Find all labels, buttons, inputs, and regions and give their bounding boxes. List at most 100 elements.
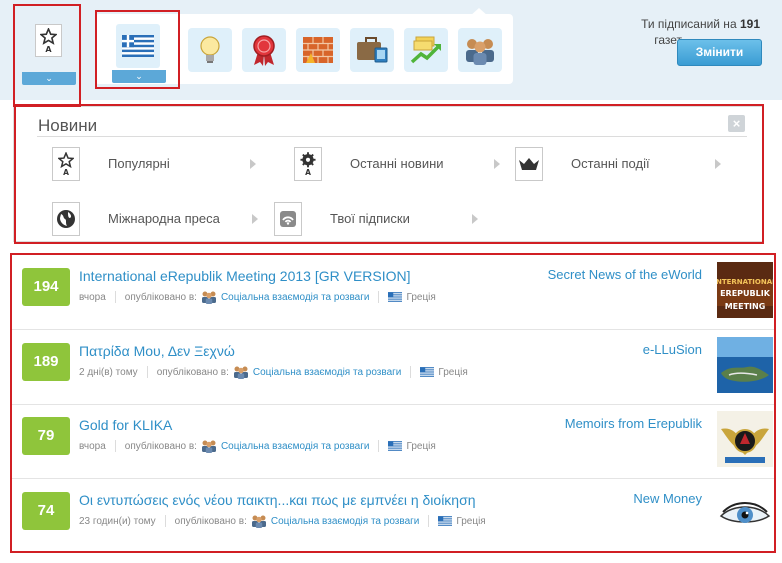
chevron-right-icon [250, 159, 256, 169]
article-country-link[interactable]: Греція [406, 292, 435, 303]
wings-emblem [717, 411, 773, 467]
gear-a-icon: A [294, 147, 322, 181]
article-row: 194 International eRepublik Meeting 2013… [12, 256, 777, 330]
divider [114, 291, 116, 303]
category-lightbulb[interactable] [188, 28, 232, 72]
people-icon [201, 291, 216, 304]
newspaper-avatar[interactable]: INTERNATIONAL EREPUBLIK MEETING [713, 262, 777, 318]
published-in-label: опубліковано в: [124, 440, 197, 452]
published-in-label: опубліковано в: [174, 515, 247, 527]
newspaper-link[interactable]: Secret News of the eWorld [548, 267, 702, 282]
article-time: вчора [79, 291, 106, 303]
article-category-link[interactable]: Соціальна взаємодія та розваги [221, 292, 370, 303]
svg-text:EREPUBLIK: EREPUBLIK [720, 289, 771, 298]
chevron-right-icon [252, 214, 258, 224]
vote-count[interactable]: 79 [22, 417, 70, 455]
published-in-label: опубліковано в: [124, 291, 197, 303]
svg-text:A: A [305, 168, 311, 176]
newspaper-avatar[interactable] [717, 486, 773, 542]
article-time: 2 дні(в) тому [79, 366, 138, 378]
newspaper-avatar[interactable] [717, 337, 773, 393]
popular-filter[interactable]: A ⌄ [15, 4, 79, 104]
meeting-logo: INTERNATIONAL EREPUBLIK MEETING [713, 262, 777, 318]
article-meta: 2 дні(в) тому опубліковано в: Соціальна … [79, 365, 468, 379]
category-economy[interactable] [404, 28, 448, 72]
divider [410, 366, 412, 378]
menu-item-label: Останні новини [350, 156, 444, 171]
menu-item-label: Твої підписки [330, 211, 410, 226]
ribbon-icon [253, 35, 275, 66]
article-time: 23 годин(и) тому [79, 515, 156, 527]
article-country-link[interactable]: Греція [456, 516, 485, 527]
category-wall[interactable] [296, 28, 340, 72]
article-category-link[interactable]: Соціальна взаємодія та розваги [253, 367, 402, 378]
brick-wall-icon [303, 37, 333, 63]
divider [114, 440, 116, 452]
country-filter[interactable]: ⌄ [106, 16, 170, 83]
greece-flag-icon [438, 516, 453, 526]
chevron-right-icon [472, 214, 478, 224]
people-icon [233, 366, 248, 379]
article-meta: 23 годин(и) тому опубліковано в: Соціаль… [79, 514, 486, 528]
article-country-link[interactable]: Греція [438, 367, 467, 378]
article-category-link[interactable]: Соціальна взаємодія та розваги [221, 441, 370, 452]
svg-text:A: A [63, 168, 69, 176]
people-icon [251, 515, 266, 528]
svg-text:INTERNATIONAL: INTERNATIONAL [717, 278, 773, 286]
active-indicator [470, 8, 488, 16]
close-icon[interactable]: × [728, 115, 745, 132]
news-menu-title: Новини [38, 116, 98, 135]
newspaper-avatar[interactable] [717, 411, 773, 467]
globe-icon [52, 202, 80, 236]
category-business[interactable] [350, 28, 394, 72]
article-row: 189 Πατρίδα Μου, Δεν Ξεχνώ 2 дні(в) тому… [12, 331, 774, 405]
island-logo [717, 337, 773, 393]
divider [37, 136, 747, 137]
star-a-icon: A [35, 24, 62, 57]
change-subscriptions-button[interactable]: Змінити [677, 39, 762, 66]
popular-dropdown-toggle[interactable]: ⌄ [22, 72, 76, 85]
menu-item-label: Останні події [571, 156, 650, 171]
greece-flag-icon [116, 24, 160, 68]
eye-logo [717, 486, 773, 542]
article-title-link[interactable]: Οι εντυπώσεις ενός νέου παικτη...και πως… [79, 492, 476, 508]
newspaper-link[interactable]: Memoirs from Erepublik [565, 416, 702, 431]
star-a-icon: A [52, 147, 80, 181]
menu-item-latest-events[interactable]: Останні події [515, 147, 725, 181]
divider [428, 515, 430, 527]
article-country-link[interactable]: Греція [406, 441, 435, 452]
chevron-down-icon: ⌄ [45, 73, 53, 83]
article-title-link[interactable]: Gold for KLIKA [79, 417, 172, 433]
category-social[interactable] [458, 28, 502, 72]
category-ribbon[interactable] [242, 28, 286, 72]
svg-text:A: A [45, 45, 52, 53]
people-icon [201, 440, 216, 453]
article-title-link[interactable]: Πατρίδα Μου, Δεν Ξεχνώ [79, 343, 235, 359]
vote-count[interactable]: 194 [22, 268, 70, 306]
vote-count[interactable]: 189 [22, 343, 70, 381]
menu-item-latest-news[interactable]: A Останні новини [294, 147, 504, 181]
chevron-right-icon [494, 159, 500, 169]
vote-count[interactable]: 74 [22, 492, 70, 530]
article-time: вчора [79, 440, 106, 452]
newspaper-link[interactable]: New Money [633, 491, 702, 506]
article-meta: вчора опубліковано в: Соціальна взаємоді… [79, 290, 436, 304]
menu-item-international-press[interactable]: Міжнародна преса [52, 202, 262, 236]
country-dropdown-toggle[interactable]: ⌄ [112, 70, 166, 83]
people-icon [466, 39, 494, 65]
greece-flag-icon [388, 441, 403, 451]
article-category-link[interactable]: Соціальна взаємодія та розваги [271, 516, 420, 527]
newspaper-link[interactable]: e-LLuSion [643, 342, 702, 357]
subscription-count: 191 [739, 17, 760, 31]
chevron-down-icon: ⌄ [135, 71, 143, 81]
divider [164, 515, 166, 527]
menu-item-my-subscriptions[interactable]: Твої підписки [274, 202, 484, 236]
subscription-text: Ти підписаний на [641, 17, 737, 31]
article-meta: вчора опубліковано в: Соціальна взаємоді… [79, 439, 436, 453]
menu-item-popular[interactable]: A Популярні [52, 147, 262, 181]
article-row: 74 Οι εντυπώσεις ενός νέου παικτη...και … [12, 480, 774, 554]
briefcase-icon [357, 37, 388, 63]
battle-icon [515, 147, 543, 181]
greece-flag-icon [420, 367, 435, 377]
article-title-link[interactable]: International eRepublik Meeting 2013 [GR… [79, 268, 411, 284]
